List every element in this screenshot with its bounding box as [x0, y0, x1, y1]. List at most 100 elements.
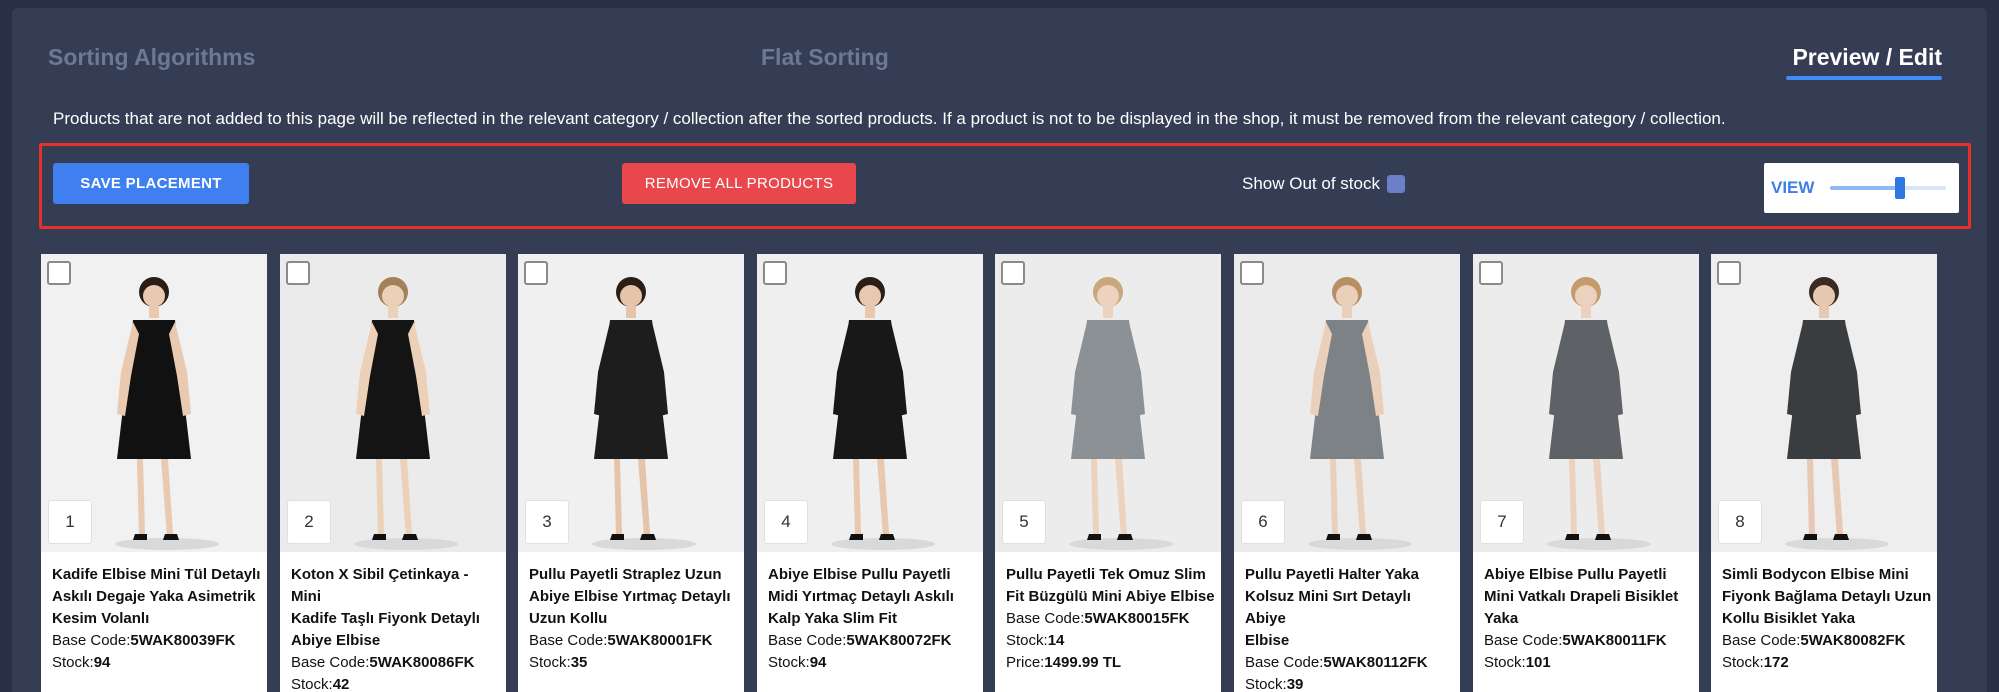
base-code-label: Base Code:	[768, 632, 847, 649]
product-name-line: Kollu Bisiklet Yaka	[1722, 610, 1856, 627]
product-name-line: Fit Büzgülü Mini Abiye Elbise	[1006, 588, 1215, 605]
product-stock: Stock:42	[291, 674, 501, 692]
product-name-line: Kalp Yaka Slim Fit	[768, 610, 897, 627]
tab-preview-edit[interactable]: Preview / Edit	[1792, 44, 1942, 71]
product-base-code: Base Code:5WAK80001FK	[529, 630, 739, 652]
base-code-value: 5WAK80015FK	[1084, 610, 1190, 627]
save-placement-button[interactable]: SAVE PLACEMENT	[53, 163, 249, 204]
product-card[interactable]: 6 Pullu Payetli Halter Yaka Kolsuz Mini S…	[1234, 254, 1460, 692]
product-card[interactable]: 2 Koton X Sibil Çetinkaya - Mini Kadife T…	[280, 254, 506, 692]
stock-label: Stock:	[768, 654, 810, 671]
stock-label: Stock:	[529, 654, 571, 671]
product-card[interactable]: 8 Simli Bodycon Elbise Mini Fiyonk Bağlam…	[1711, 254, 1937, 692]
product-image: 1	[41, 254, 267, 552]
stock-value: 35	[570, 654, 588, 671]
product-name-line: Yaka	[1484, 610, 1519, 627]
tab-bar: Sorting Algorithms Flat Sorting Preview …	[12, 8, 1987, 88]
base-code-value: 5WAK80011FK	[1562, 632, 1667, 649]
stock-value: 94	[809, 654, 827, 671]
product-name-line: Kadife Taşlı Fiyonk Detaylı	[291, 610, 480, 627]
stock-value: 42	[332, 676, 350, 692]
product-rank[interactable]: 4	[764, 500, 808, 544]
product-image: 4	[757, 254, 983, 552]
product-select-checkbox[interactable]	[1479, 261, 1503, 285]
product-base-code: Base Code:5WAK80086FK	[291, 652, 501, 674]
product-select-checkbox[interactable]	[524, 261, 548, 285]
product-stock: Stock:101	[1484, 652, 1694, 674]
product-base-code: Base Code:5WAK80112FK	[1245, 652, 1455, 674]
product-name: Abiye Elbise Pullu Payetli Mini Vatkalı D…	[1484, 564, 1694, 630]
product-stock: Stock:94	[768, 652, 978, 674]
product-select-checkbox[interactable]	[1001, 261, 1025, 285]
product-select-checkbox[interactable]	[1717, 261, 1741, 285]
product-rank[interactable]: 8	[1718, 500, 1762, 544]
product-name-line: Koton X Sibil Çetinkaya - Mini	[291, 566, 469, 605]
product-select-checkbox[interactable]	[763, 261, 787, 285]
product-name: Abiye Elbise Pullu Payetli Midi Yırtmaç D…	[768, 564, 978, 630]
product-rank[interactable]: 1	[48, 500, 92, 544]
base-code-label: Base Code:	[1484, 632, 1563, 649]
base-code-label: Base Code:	[1722, 632, 1801, 649]
tab-sorting-algorithms[interactable]: Sorting Algorithms	[48, 44, 255, 71]
product-card[interactable]: 7 Abiye Elbise Pullu Payetli Mini Vatkalı…	[1473, 254, 1699, 692]
product-name-line: Abiye Elbise Pullu Payetli	[1484, 566, 1667, 583]
view-slider-fill	[1830, 186, 1900, 190]
tab-flat-sorting[interactable]: Flat Sorting	[761, 44, 889, 71]
product-card[interactable]: 4 Abiye Elbise Pullu Payetli Midi Yırtmaç…	[757, 254, 983, 692]
stock-label: Stock:	[1245, 676, 1287, 692]
product-name-line: Kadife Elbise Mini Tül Detaylı	[52, 566, 261, 583]
product-select-checkbox[interactable]	[47, 261, 71, 285]
product-image: 7	[1473, 254, 1699, 552]
stock-label: Stock:	[52, 654, 94, 671]
view-slider[interactable]	[1830, 177, 1946, 199]
stock-value: 94	[93, 654, 111, 671]
show-out-of-stock-toggle[interactable]: Show Out of stock	[1242, 174, 1405, 194]
show-out-of-stock-checkbox[interactable]	[1386, 175, 1405, 193]
product-name-line: Abiye Elbise	[291, 632, 381, 649]
product-details: Kadife Elbise Mini Tül Detaylı Askılı Deg…	[52, 564, 262, 674]
info-text: Products that are not added to this page…	[53, 109, 1726, 128]
product-card[interactable]: 5 Pullu Payetli Tek Omuz Slim Fit Büzgülü…	[995, 254, 1221, 692]
product-rank[interactable]: 5	[1002, 500, 1046, 544]
stock-value: 101	[1525, 654, 1551, 671]
product-rank[interactable]: 3	[525, 500, 569, 544]
product-rank[interactable]: 7	[1480, 500, 1524, 544]
stock-label: Stock:	[291, 676, 333, 692]
product-name: Pullu Payetli Tek Omuz Slim Fit Büzgülü M…	[1006, 564, 1216, 608]
product-name: Pullu Payetli Straplez Uzun Abiye Elbise …	[529, 564, 739, 630]
product-image: 8	[1711, 254, 1937, 552]
base-code-value: 5WAK80072FK	[846, 632, 952, 649]
base-code-label: Base Code:	[291, 654, 370, 671]
product-rank[interactable]: 6	[1241, 500, 1285, 544]
product-stock: Stock:39	[1245, 674, 1455, 692]
product-stock: Stock:14	[1006, 630, 1216, 652]
product-name: Simli Bodycon Elbise Mini Fiyonk Bağlama …	[1722, 564, 1932, 630]
base-code-label: Base Code:	[52, 632, 131, 649]
remove-all-products-button[interactable]: REMOVE ALL PRODUCTS	[622, 163, 856, 204]
product-stock: Stock:35	[529, 652, 739, 674]
product-stock: Stock:94	[52, 652, 262, 674]
product-name-line: Kolsuz Mini Sırt Detaylı Abiye	[1245, 588, 1411, 627]
product-base-code: Base Code:5WAK80015FK	[1006, 608, 1216, 630]
show-out-of-stock-label: Show Out of stock	[1242, 174, 1380, 193]
stock-value: 172	[1763, 654, 1789, 671]
product-name-line: Mini Vatkalı Drapeli Bisiklet	[1484, 588, 1679, 605]
product-name-line: Askılı Degaje Yaka Asimetrik	[52, 588, 256, 605]
product-grid: 1 Kadife Elbise Mini Tül Detaylı Askılı D…	[41, 254, 1961, 692]
product-name-line: Midi Yırtmaç Detaylı Askılı	[768, 588, 954, 605]
base-code-value: 5WAK80082FK	[1800, 632, 1906, 649]
product-stock: Stock:172	[1722, 652, 1932, 674]
view-label: VIEW	[1771, 178, 1815, 197]
base-code-value: 5WAK80001FK	[607, 632, 713, 649]
view-size-control: VIEW	[1764, 163, 1959, 213]
product-select-checkbox[interactable]	[1240, 261, 1264, 285]
product-rank[interactable]: 2	[287, 500, 331, 544]
stock-label: Stock:	[1006, 632, 1048, 649]
product-card[interactable]: 3 Pullu Payetli Straplez Uzun Abiye Elbis…	[518, 254, 744, 692]
stock-label: Stock:	[1484, 654, 1526, 671]
product-name-line: Uzun Kollu	[529, 610, 608, 627]
product-card[interactable]: 1 Kadife Elbise Mini Tül Detaylı Askılı D…	[41, 254, 267, 692]
base-code-value: 5WAK80086FK	[369, 654, 475, 671]
product-select-checkbox[interactable]	[286, 261, 310, 285]
view-slider-thumb[interactable]	[1894, 177, 1905, 199]
